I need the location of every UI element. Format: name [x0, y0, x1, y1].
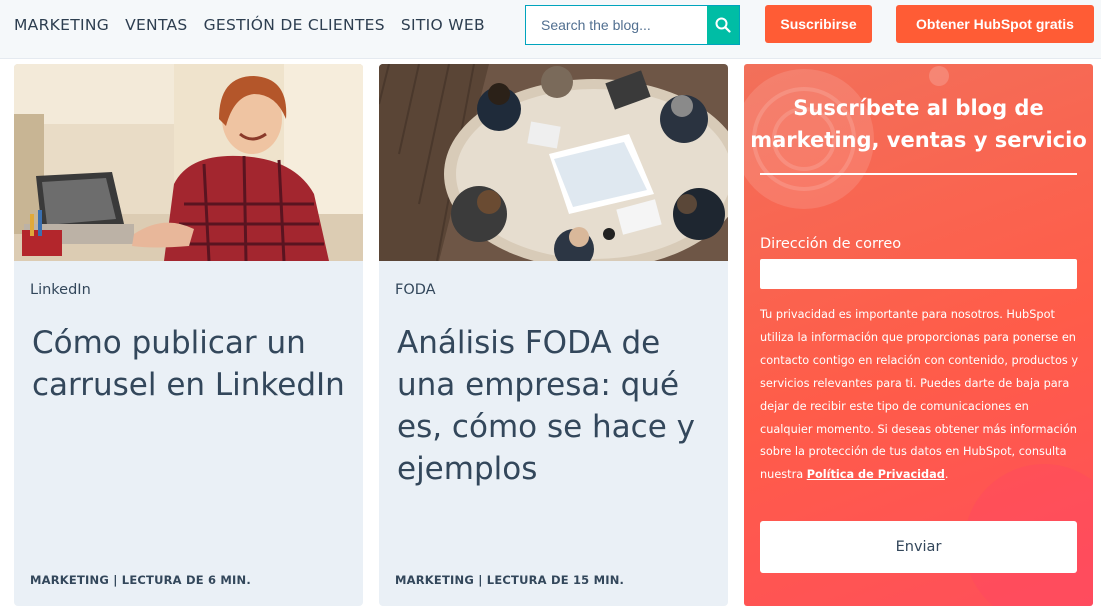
email-field[interactable]: [760, 259, 1077, 289]
submit-button[interactable]: Enviar: [760, 521, 1077, 573]
article-category: MARKETING: [30, 573, 109, 587]
subscribe-panel: Suscríbete al blog de marketing, ventas …: [744, 64, 1093, 606]
article-meta: MARKETING | LECTURA DE 15 MIN.: [395, 573, 624, 587]
article-title[interactable]: Análisis FODA de una empresa: qué es, có…: [397, 322, 717, 490]
privacy-policy-link[interactable]: Política de Privacidad: [807, 468, 945, 481]
article-read-time: LECTURA DE 6 MIN.: [121, 573, 251, 587]
article-image[interactable]: [14, 64, 363, 261]
top-navigation-bar: MARKETING VENTAS GESTIÓN DE CLIENTES SIT…: [0, 0, 1101, 59]
email-label: Dirección de correo: [760, 236, 902, 252]
subscribe-title: Suscríbete al blog de marketing, ventas …: [750, 96, 1087, 152]
article-category: MARKETING: [395, 573, 474, 587]
search-button[interactable]: [707, 6, 739, 44]
article-tag[interactable]: FODA: [395, 282, 436, 298]
privacy-period: .: [944, 468, 949, 482]
meta-separator: |: [113, 573, 122, 587]
blog-card[interactable]: FODA Análisis FODA de una empresa: qué e…: [379, 64, 728, 606]
nav-item-ventas[interactable]: VENTAS: [125, 16, 188, 34]
article-tag[interactable]: LinkedIn: [30, 282, 91, 298]
main-nav: MARKETING VENTAS GESTIÓN DE CLIENTES SIT…: [14, 16, 501, 34]
article-title[interactable]: Cómo publicar un carrusel en LinkedIn: [32, 322, 352, 406]
blog-card[interactable]: LinkedIn Cómo publicar un carrusel en Li…: [14, 64, 363, 606]
get-hubspot-free-button[interactable]: Obtener HubSpot gratis: [896, 5, 1094, 43]
blog-search: [525, 5, 740, 45]
search-icon: [715, 17, 731, 33]
divider: [760, 173, 1077, 175]
article-meta: MARKETING | LECTURA DE 6 MIN.: [30, 573, 251, 587]
nav-item-marketing[interactable]: MARKETING: [14, 16, 109, 34]
privacy-text: Tu privacidad es importante para nosotro…: [760, 308, 1079, 482]
subscribe-button[interactable]: Suscribirse: [765, 5, 872, 43]
nav-item-gestion-clientes[interactable]: GESTIÓN DE CLIENTES: [204, 16, 385, 34]
search-input[interactable]: [526, 6, 708, 44]
meta-separator: |: [478, 573, 487, 587]
article-read-time: LECTURA DE 15 MIN.: [486, 573, 625, 587]
privacy-notice: Tu privacidad es importante para nosotro…: [760, 304, 1082, 487]
article-image[interactable]: [379, 64, 728, 261]
nav-item-sitio-web[interactable]: SITIO WEB: [401, 16, 485, 34]
